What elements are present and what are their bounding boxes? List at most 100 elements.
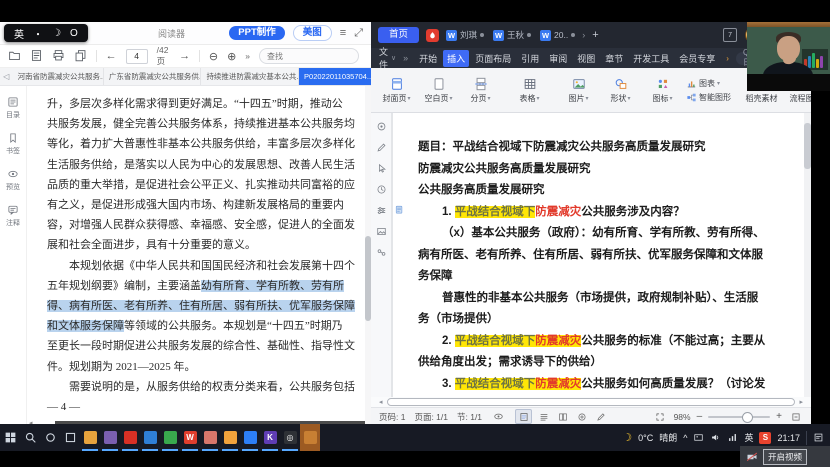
purple-app[interactable] — [100, 424, 120, 451]
rest-reminder-badge[interactable]: 7 — [723, 28, 737, 42]
pdf-reader-app[interactable] — [120, 424, 140, 451]
wps-document-tab[interactable]: W刘琪 — [446, 29, 484, 41]
adjust-icon[interactable] — [376, 205, 387, 216]
wps-document-tab[interactable]: W王秋 — [493, 29, 531, 41]
fit-page-icon[interactable] — [653, 410, 668, 423]
ribbon-button-图表[interactable]: 图表▾ — [686, 78, 731, 89]
pdf-tab[interactable]: 持续推进防震减灾基本公共...× — [201, 68, 299, 85]
tray-expand-chevron[interactable]: ^ — [683, 433, 687, 443]
zoom-slider-thumb[interactable] — [742, 412, 753, 423]
menu-item-开始[interactable]: 开始 — [415, 50, 441, 67]
k-app[interactable]: K — [260, 424, 280, 451]
ppt-make-button[interactable]: PPT制作 — [229, 26, 284, 40]
pen-icon[interactable] — [376, 142, 387, 153]
tray-weather[interactable]: 晴朗 — [659, 431, 677, 444]
hscroll-thumb[interactable] — [387, 398, 796, 406]
task-view-button[interactable] — [60, 424, 80, 451]
meeting-app[interactable] — [300, 424, 320, 451]
tray-temperature[interactable]: 0°C — [638, 433, 653, 443]
ribbon-button-智能图形[interactable]: 智能图形 — [686, 92, 731, 103]
zoom-minus-button[interactable]: – — [697, 412, 703, 422]
web-view-button[interactable] — [536, 410, 551, 423]
ime-moon-icon[interactable]: ☽ — [52, 28, 61, 39]
ribbon-button-形状[interactable]: 形状▾ — [600, 77, 641, 104]
menu-item-会员专享[interactable]: 会员专享 — [675, 50, 719, 67]
pdf-page[interactable]: 升，多层次多样化需求得到更好满足。“十四五”时期，推动公共服务发展，健全完善公共… — [27, 86, 371, 428]
open-file-icon[interactable] — [8, 49, 21, 63]
tab-overflow-chevron[interactable]: › — [582, 30, 585, 40]
search-button[interactable] — [20, 424, 40, 451]
dark-circle-app[interactable]: ◎ — [280, 424, 300, 451]
tray-clock[interactable]: 21:17 — [777, 433, 800, 443]
sidebar-item-书签[interactable]: 书签 — [6, 132, 20, 156]
page-view-button[interactable] — [515, 409, 532, 424]
copy-icon[interactable] — [74, 49, 87, 63]
page-number-input[interactable] — [126, 49, 148, 64]
menu-item-章节[interactable]: 章节 — [601, 50, 627, 67]
multicolor-app-2[interactable] — [220, 424, 240, 451]
zoom-out-button[interactable]: ⊖ — [209, 50, 218, 63]
ime-lang-indicator[interactable]: 英 — [14, 26, 24, 41]
menu-item-插入[interactable]: 插入 — [443, 50, 469, 67]
ribbon-button-图标[interactable]: 图标▾ — [642, 77, 683, 104]
sogou-ime-icon[interactable]: S — [759, 432, 771, 444]
weather-moon-icon[interactable]: ☽ — [622, 431, 632, 444]
tray-network-icon[interactable] — [727, 432, 738, 443]
ribbon-button-分页[interactable]: 分页▾ — [460, 77, 501, 104]
blue-app[interactable] — [240, 424, 260, 451]
sidebar-item-目录[interactable]: 目录 — [6, 96, 20, 120]
wps-document-tab[interactable]: W20.. — [540, 30, 575, 41]
multicolor-app-1[interactable] — [200, 424, 220, 451]
comment-marker-icon[interactable] — [395, 205, 405, 215]
share-people-icon[interactable] — [376, 247, 387, 258]
ribbon-button-表格[interactable]: 表格▾ — [509, 77, 550, 104]
new-tab-button[interactable]: + — [592, 29, 598, 41]
docer-icon[interactable] — [426, 29, 439, 42]
wps-app[interactable]: W — [180, 424, 200, 451]
insert-view-button[interactable] — [574, 410, 589, 423]
menu-item-开发工具[interactable]: 开发工具 — [629, 50, 673, 67]
document-icon[interactable] — [30, 49, 43, 63]
tray-photo-icon[interactable] — [693, 432, 704, 443]
select-icon[interactable] — [376, 163, 387, 174]
fullscreen-icon[interactable] — [788, 410, 803, 423]
pdf-menu-icon[interactable]: ≡ — [340, 28, 346, 39]
wps-vertical-scrollbar[interactable] — [804, 113, 811, 397]
ime-circle-icon[interactable]: O — [70, 28, 78, 39]
hscroll-right[interactable]: ▸ — [799, 398, 803, 406]
ribbon-button-图片[interactable]: 图片▾ — [558, 77, 599, 104]
wps-scroll-thumb[interactable] — [804, 123, 811, 169]
print-icon[interactable] — [52, 49, 65, 63]
camera-off-icon[interactable] — [746, 451, 758, 463]
green-app[interactable] — [160, 424, 180, 451]
ribbon-button-封面页[interactable]: 封面页▾ — [376, 77, 417, 104]
next-page-button[interactable]: → — [179, 50, 190, 62]
file-explorer-app[interactable] — [80, 424, 100, 451]
pdf-tab[interactable]: 河南省防震减灾公共服务...× — [13, 68, 104, 85]
two-page-view-button[interactable] — [555, 410, 570, 423]
image-edit-icon[interactable] — [376, 226, 387, 237]
wps-horizontal-scrollbar[interactable]: ◂ ▸ — [371, 397, 811, 407]
hscroll-left[interactable]: ◂ — [379, 398, 383, 406]
menu-item-页面布局[interactable]: 页面布局 — [471, 50, 515, 67]
pdf-tab[interactable]: P02022011035704... — [299, 68, 371, 85]
zoom-slider[interactable] — [708, 416, 770, 418]
pdf-search-input[interactable] — [259, 48, 359, 64]
tray-speaker-icon[interactable] — [710, 432, 721, 443]
action-center-icon[interactable] — [813, 432, 824, 443]
ime-status-pill[interactable]: 英 ・ ☽ O — [4, 24, 88, 42]
sidebar-item-注释[interactable]: 注释 — [6, 204, 20, 228]
wps-home-tab[interactable]: 首页 — [378, 27, 419, 43]
zoom-level-label[interactable]: 98% — [674, 412, 691, 422]
pdf-tab[interactable]: 广东省防震减灾公共服务供...× — [104, 68, 202, 85]
timer-icon[interactable] — [376, 184, 387, 195]
zoom-plus-button[interactable]: + — [776, 412, 782, 422]
menu-overflow[interactable]: » — [403, 53, 408, 63]
zoom-in-button[interactable]: ⊕ — [227, 50, 236, 63]
ribbon-button-空白页[interactable]: 空白页▾ — [418, 77, 459, 104]
meitu-button[interactable]: 美图 — [293, 25, 332, 41]
prev-page-button[interactable]: ← — [106, 50, 117, 62]
tab-scroll-left[interactable]: ◁ — [0, 68, 13, 85]
annotate-view-button[interactable] — [593, 410, 608, 423]
webcam-video-window[interactable] — [747, 22, 830, 91]
